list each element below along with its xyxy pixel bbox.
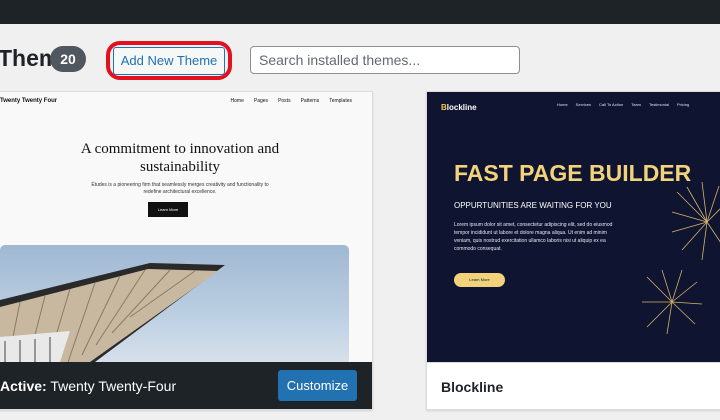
active-theme-label: Active: Twenty Twenty-Four (0, 378, 176, 394)
building-image (0, 263, 225, 362)
preview-nav-item: Pages (253, 98, 269, 104)
active-theme-footer: Active: Twenty Twenty-Four Customize (0, 362, 372, 409)
preview-building-photo (0, 245, 349, 362)
preview-nav-item: Home (230, 98, 244, 104)
preview-logo-rest: lockline (446, 103, 477, 112)
theme-name: Blockline (441, 379, 504, 395)
active-prefix: Active: (0, 378, 47, 394)
theme-footer: Blockline (427, 362, 720, 409)
preview-body-text: Lorem ipsum dolor sit amet, consectetur … (454, 222, 613, 252)
theme-screenshot[interactable]: Blockline Home Services Call To Action T… (427, 92, 720, 362)
theme-name: Twenty Twenty-Four (50, 378, 177, 394)
theme-screenshot[interactable]: Twenty Twenty Four Home Pages Posts Patt… (0, 92, 372, 362)
preview-learn-more-button: Learn More (148, 202, 188, 217)
preview-nav-item: Team (631, 102, 641, 107)
preview-logo: Blockline (441, 103, 477, 112)
admin-bar (0, 0, 720, 24)
add-new-theme-button[interactable]: Add New Theme (113, 47, 225, 75)
preview-nav-item: Patterns (300, 98, 320, 104)
preview-nav: Home Services Call To Action Team Testim… (557, 102, 689, 107)
preview-nav-item: Templates (329, 98, 352, 104)
preview-nav: Home Pages Posts Patterns Templates (231, 98, 352, 104)
preview-nav-item: Call To Action (599, 102, 624, 107)
theme-card-twenty-twenty-four[interactable]: Twenty Twenty Four Home Pages Posts Patt… (0, 91, 373, 410)
preview-nav-item: Home (557, 102, 568, 107)
preview-nav-item: Testimonial (648, 102, 669, 107)
preview-site-title: Twenty Twenty Four (0, 98, 58, 104)
preview-nav-item: Pricing (676, 102, 690, 107)
preview-nav-item: Services (575, 102, 592, 107)
search-themes-input[interactable] (250, 46, 520, 74)
preview-heading: A commitment to innovation and sustainab… (80, 141, 280, 175)
preview-body-text: Études is a pioneering firm that seamles… (91, 182, 269, 195)
dandelion-illustration (642, 182, 720, 335)
preview-subheading: OPPURTUNITIES ARE WAITING FOR YOU (454, 201, 612, 210)
preview-learn-more-button: Learn More (454, 273, 505, 287)
customize-button[interactable]: Customize (278, 370, 357, 401)
preview-nav-item: Posts (278, 98, 291, 104)
theme-count-badge: 20 (50, 46, 86, 72)
theme-card-blockline[interactable]: Blockline Home Services Call To Action T… (426, 91, 720, 410)
